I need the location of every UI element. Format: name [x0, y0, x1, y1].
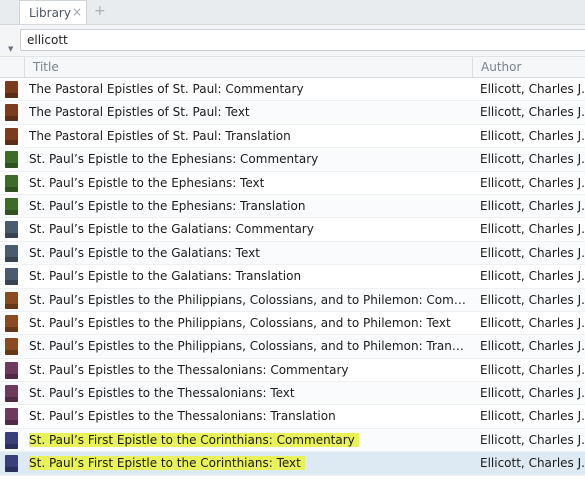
column-header: Title Author	[0, 57, 585, 78]
row-title: St. Paul’s Epistles to the Thessalonians…	[29, 386, 295, 401]
row-author: Ellicott, Charles J.	[480, 315, 585, 330]
row-author: Ellicott, Charles J.	[480, 105, 585, 120]
table-row[interactable]: St. Paul’s Epistle to the Ephesians: Com…	[0, 148, 585, 172]
tab-library[interactable]: Library ×	[19, 0, 87, 24]
book-cover-icon	[5, 385, 18, 403]
book-cover-icon	[5, 104, 18, 122]
row-title: St. Paul’s Epistle to the Galatians: Com…	[29, 222, 314, 237]
row-title: St. Paul’s Epistles to the Philippians, …	[29, 315, 451, 330]
table-row[interactable]: St. Paul’s Epistles to the Philippians, …	[0, 311, 585, 336]
row-title: The Pastoral Epistles of St. Paul: Comme…	[29, 82, 304, 96]
tab-label: Library	[29, 6, 71, 20]
book-cover-icon	[5, 338, 18, 356]
table-row[interactable]: St. Paul’s Epistles to the Thessalonians…	[0, 382, 585, 406]
book-cover-icon	[5, 314, 18, 332]
dropdown-caret-icon[interactable]: ▼	[8, 45, 13, 53]
row-author: Ellicott, Charles J.	[480, 128, 585, 143]
table-row[interactable]: St. Paul’s Epistle to the Galatians: Tex…	[0, 241, 585, 266]
row-author: Ellicott, Charles J.	[480, 175, 585, 190]
book-cover-icon	[5, 408, 18, 426]
row-author: Ellicott, Charles J.	[480, 432, 585, 447]
row-title: St. Paul’s Epistles to the Thessalonians…	[29, 362, 349, 377]
row-author: Ellicott, Charles J.	[480, 269, 585, 284]
row-author: Ellicott, Charles J.	[480, 292, 585, 307]
row-title: St. Paul’s Epistles to the Philippians, …	[29, 292, 470, 307]
row-author: Ellicott, Charles J.	[480, 386, 585, 401]
table-row[interactable]: The Pastoral Epistles of St. Paul: Text …	[0, 101, 585, 125]
book-cover-icon	[5, 455, 18, 473]
row-author: Ellicott, Charles J.	[480, 198, 585, 213]
book-cover-icon	[5, 127, 18, 145]
row-author: Ellicott, Charles J.	[480, 245, 585, 260]
table-row[interactable]: St. Paul’s Epistles to the Philippians, …	[0, 335, 585, 359]
row-author: Ellicott, Charles J.	[480, 339, 585, 354]
row-title: St. Paul’s Epistle to the Galatians: Tra…	[29, 269, 302, 284]
table-row[interactable]: St. Paul’s Epistle to the Galatians: Tra…	[0, 265, 585, 289]
table-row[interactable]: St. Paul’s Epistles to the Philippians, …	[0, 288, 585, 312]
column-title-label: Title	[33, 60, 59, 74]
library-window: Library × + ▼ Title Author The Pastoral …	[0, 0, 585, 501]
row-title: St. Paul’s First Epistle to the Corinthi…	[29, 432, 470, 447]
table-row-highlighted[interactable]: St. Paul’s First Epistle to the Corinthi…	[0, 428, 585, 453]
row-title: The Pastoral Epistles of St. Paul: Trans…	[29, 128, 291, 143]
highlight-mark: St. Paul’s First Epistle to the Corinthi…	[29, 456, 305, 471]
row-author: Ellicott, Charles J.	[480, 456, 585, 471]
row-title: St. Paul’s Epistle to the Ephesians: Tra…	[29, 198, 306, 213]
row-title: The Pastoral Epistles of St. Paul: Text	[29, 105, 250, 120]
row-title: St. Paul’s Epistles to the Philippians, …	[29, 339, 470, 354]
results-list: The Pastoral Epistles of St. Paul: Comme…	[0, 78, 585, 476]
table-row[interactable]: St. Paul’s Epistle to the Ephesians: Tra…	[0, 194, 585, 219]
row-title: St. Paul’s Epistle to the Ephesians: Tex…	[29, 175, 265, 190]
row-title: St. Paul’s Epistle to the Galatians: Tex…	[29, 245, 260, 260]
column-header-title[interactable]: Title	[24, 57, 473, 77]
search-bar: ▼	[0, 25, 585, 57]
table-row[interactable]: St. Paul’s Epistles to the Thessalonians…	[0, 405, 585, 429]
row-author: Ellicott, Charles J.	[480, 362, 585, 377]
row-author: Ellicott, Charles J.	[480, 222, 585, 237]
row-title: St. Paul’s First Epistle to the Corinthi…	[29, 456, 470, 471]
highlight-mark: St. Paul’s First Epistle to the Corinthi…	[29, 432, 359, 447]
row-title: St. Paul’s Epistle to the Ephesians: Com…	[29, 152, 319, 167]
column-header-author[interactable]: Author	[473, 57, 585, 77]
row-author: Ellicott, Charles J.	[480, 409, 585, 424]
book-cover-icon	[5, 268, 18, 286]
table-row[interactable]: The Pastoral Epistles of St. Paul: Comme…	[0, 78, 585, 102]
book-cover-icon	[5, 174, 18, 192]
book-cover-icon	[5, 81, 18, 98]
row-title: St. Paul’s Epistles to the Thessalonians…	[29, 409, 336, 424]
table-row[interactable]: St. Paul’s Epistle to the Ephesians: Tex…	[0, 171, 585, 195]
tab-strip: Library × +	[0, 0, 585, 25]
add-tab-icon[interactable]: +	[94, 3, 106, 19]
book-cover-icon	[5, 431, 18, 449]
book-cover-icon	[5, 361, 18, 379]
table-row[interactable]: St. Paul’s Epistle to the Galatians: Com…	[0, 218, 585, 242]
row-author: Ellicott, Charles J.	[480, 152, 585, 167]
table-row[interactable]: St. Paul’s Epistles to the Thessalonians…	[0, 358, 585, 383]
book-cover-icon	[5, 221, 18, 239]
book-cover-icon	[5, 151, 18, 169]
row-author: Ellicott, Charles J.	[480, 82, 585, 96]
book-cover-icon	[5, 291, 18, 309]
book-cover-icon	[5, 244, 18, 262]
close-icon[interactable]: ×	[72, 5, 82, 19]
table-row-selected[interactable]: St. Paul’s First Epistle to the Corinthi…	[0, 452, 585, 476]
book-cover-icon	[5, 197, 18, 215]
search-input[interactable]	[20, 29, 585, 51]
column-author-label: Author	[481, 60, 522, 74]
table-row[interactable]: The Pastoral Epistles of St. Paul: Trans…	[0, 124, 585, 149]
